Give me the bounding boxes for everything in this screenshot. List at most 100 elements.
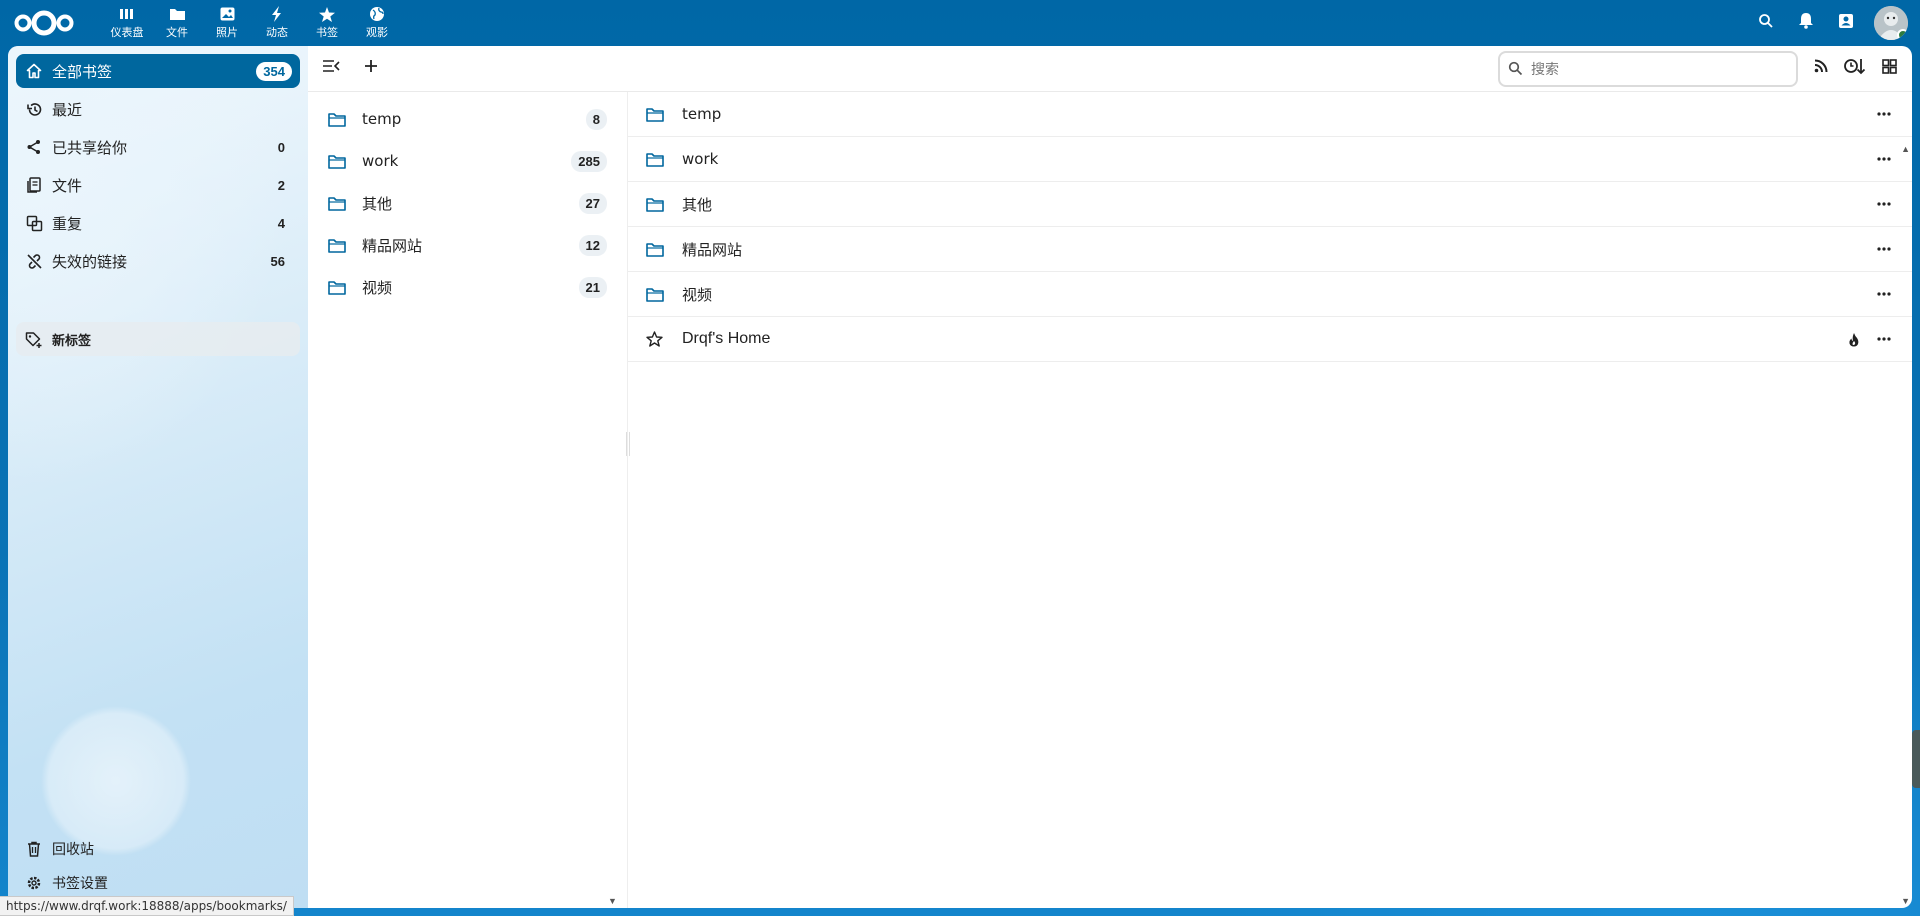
more-actions-button[interactable] [1870,235,1898,263]
folder-name: 精品网站 [362,236,423,255]
nav-label: 最近 [52,100,83,119]
folder-name: 其他 [362,194,393,213]
nav-label: 文件 [52,176,83,195]
app-content: 搜索 temp 8 work 285 其他 27 精品网站 12 视频 21 ▼… [308,46,1912,908]
app-dashboard[interactable]: 仪表盘 [102,0,152,46]
folder-icon [328,109,348,129]
folder-tree-item[interactable]: 视频 21 [308,266,627,308]
folder-row[interactable]: temp [628,92,1912,137]
nav-shared-with-you[interactable]: 已共享给你 0 [16,130,300,164]
bell-icon [1798,12,1814,34]
unified-search-button[interactable] [1746,0,1786,46]
nav-trash[interactable]: 回收站 [16,832,300,866]
nextcloud-logo[interactable] [13,0,75,46]
link-off-icon [24,251,44,271]
app-label: 观影 [366,26,388,39]
folder-icon [328,235,348,255]
app-navigation: 全部书签 354 最近 已共享给你 0 文件 2 重复 4 失效的链接 56 新… [8,46,308,908]
toggle-navigation-button[interactable] [314,52,348,86]
folder-tree-item[interactable]: temp 8 [308,98,627,140]
folder-icon [646,149,666,169]
more-actions-button[interactable] [1870,280,1898,308]
nav-broken-links[interactable]: 失效的链接 56 [16,244,300,278]
add-button[interactable] [354,52,388,86]
nav-label: 重复 [52,214,83,233]
folder-title: 精品网站 [682,240,743,259]
more-actions-button[interactable] [1870,325,1898,353]
sort-button[interactable] [1838,52,1872,86]
rss-button[interactable] [1804,52,1838,86]
app-photos[interactable]: 照片 [202,0,252,46]
folder-title: 视频 [682,285,713,304]
app-movies[interactable]: 观影 [352,0,402,46]
folder-tree-item[interactable]: 精品网站 12 [308,224,627,266]
bookmark-row[interactable]: Drqf's Home [628,317,1912,362]
app-label: 动态 [266,26,288,39]
file-document-icon [24,175,44,195]
star-outline-icon[interactable] [646,329,666,349]
home-icon [24,61,44,81]
menu-collapse-icon [322,59,340,78]
folder-icon [169,6,185,22]
nav-settings[interactable]: 书签设置 [16,866,300,900]
folder-row[interactable]: work [628,137,1912,182]
header-actions [1746,0,1908,46]
rss-icon [1814,59,1828,78]
sort-clock-icon [1844,57,1866,80]
bookmarks-toolbar: 搜索 [308,46,1912,92]
nav-label: 回收站 [52,842,94,858]
view-mode-button[interactable] [1872,52,1906,86]
search-placeholder: 搜索 [1531,61,1559,78]
nav-label: 失效的链接 [52,252,128,271]
browser-status-url: https://www.drqf.work:18888/apps/bookmar… [0,896,294,916]
app-files[interactable]: 文件 [152,0,202,46]
folder-tree-item[interactable]: 其他 27 [308,182,627,224]
nav-duplicates[interactable]: 重复 4 [16,206,300,240]
online-status-icon [1897,29,1908,40]
folder-name: temp [362,110,402,128]
app-activity[interactable]: 动态 [252,0,302,46]
folder-tree-item[interactable]: work 285 [308,140,627,182]
user-avatar[interactable] [1874,6,1908,40]
folder-row[interactable]: 其他 [628,182,1912,227]
side-widget-handle[interactable] [1912,730,1920,788]
more-actions-button[interactable] [1870,145,1898,173]
star-icon [319,6,335,22]
scroll-down-arrow[interactable]: ▼ [1901,896,1910,906]
more-actions-button[interactable] [1870,190,1898,218]
nav-footer: 回收站 书签设置 [16,832,300,900]
app-label: 仪表盘 [110,26,144,39]
new-tag-button[interactable]: 新标签 [16,322,300,356]
folder-title: temp [682,105,722,123]
share-icon [24,137,44,157]
folder-title: 其他 [682,195,713,214]
scroll-up-arrow[interactable]: ▲ [1901,144,1910,154]
duplicate-icon [24,213,44,233]
nav-label: 已共享给你 [52,138,128,157]
top-header: 仪表盘 文件 照片 动态 书签 观影 [0,0,1920,46]
nav-count-badge: 4 [277,215,285,231]
folder-icon [328,151,348,171]
nav-all-bookmarks[interactable]: 全部书签 354 [16,54,300,88]
app-bookmarks[interactable]: 书签 [302,0,352,46]
scroll-down-arrow[interactable]: ▼ [608,896,617,906]
contacts-button[interactable] [1826,0,1866,46]
folder-count-badge: 12 [578,234,607,256]
contacts-icon [1838,13,1854,34]
bookmarks-panes: temp 8 work 285 其他 27 精品网站 12 视频 21 ▼ te… [308,92,1912,908]
grid-icon [1881,58,1897,79]
photos-icon [219,6,235,22]
search-input[interactable]: 搜索 [1498,50,1798,87]
folder-icon [328,193,348,213]
toolbar-actions [1804,52,1906,86]
folder-row[interactable]: 精品网站 [628,227,1912,272]
nav-files[interactable]: 文件 2 [16,168,300,202]
notifications-button[interactable] [1786,0,1826,46]
nav-recent[interactable]: 最近 [16,92,300,126]
trash-icon [24,839,44,859]
nav-count-badge: 354 [256,61,292,81]
folder-count-badge: 27 [578,192,607,214]
app-label: 书签 [316,26,338,39]
folder-row[interactable]: 视频 [628,272,1912,317]
more-actions-button[interactable] [1870,100,1898,128]
